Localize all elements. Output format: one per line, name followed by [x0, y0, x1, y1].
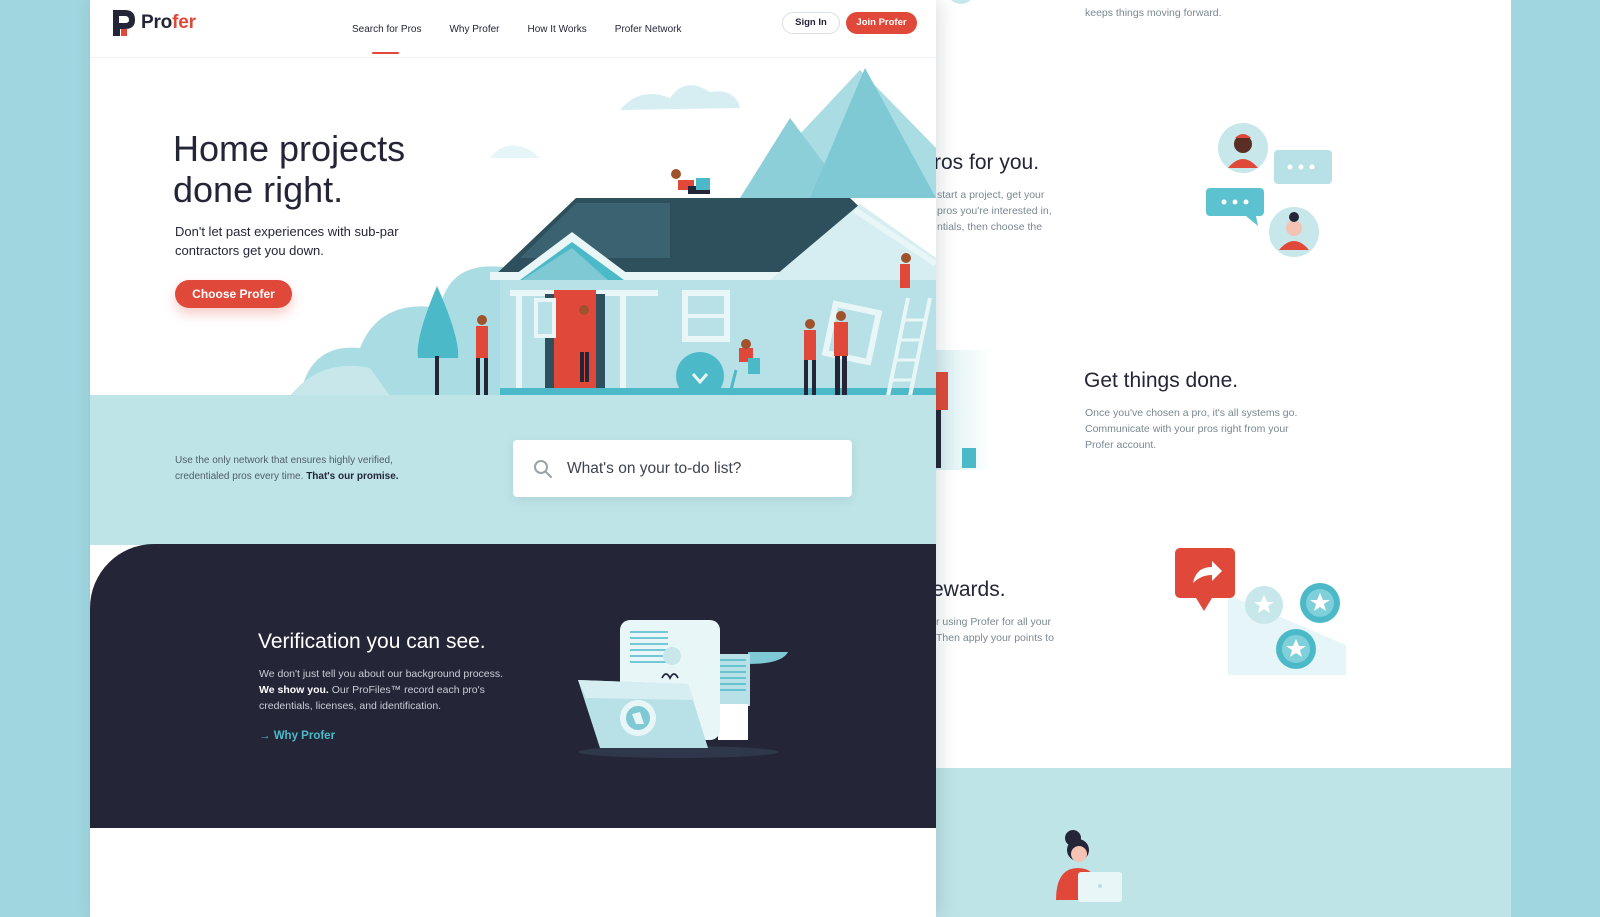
chat-illustration — [1206, 123, 1332, 257]
next-section — [90, 828, 936, 917]
partial-circle-illustration — [951, 0, 971, 4]
nav-why-profer[interactable]: Why Profer — [449, 24, 499, 35]
get-things-done-text: Once you've chosen a pro, it's all syste… — [1085, 407, 1298, 451]
hero-title-line2: done right. — [173, 169, 344, 210]
verification-text-a: We don't just tell you about our backgro… — [259, 668, 504, 680]
verification-heading: Verification you can see. — [258, 630, 486, 653]
house-logo-icon — [113, 10, 135, 36]
footer-band — [936, 768, 1511, 917]
search-box[interactable] — [513, 440, 852, 497]
arrow-right-icon: → — [259, 730, 271, 742]
worker-partial-illustration — [936, 350, 992, 470]
rewards-illustration — [1175, 548, 1346, 675]
homepage: Profer Search for Pros Why Profer How It… — [90, 0, 936, 917]
rewards-heading: ewards. — [936, 578, 1006, 601]
nav-search-for-pros[interactable]: Search for Pros — [352, 24, 421, 54]
nav-profer-network[interactable]: Profer Network — [615, 24, 682, 35]
why-profer-link-label: Why Profer — [273, 730, 336, 742]
find-pros-text: start a project, get your pros you're in… — [937, 189, 1052, 233]
nav-links: Search for Pros Why Profer How It Works … — [352, 24, 709, 54]
promise-bold: That's our promise. — [306, 471, 399, 482]
nav-how-it-works[interactable]: How It Works — [528, 24, 587, 35]
logo-wordmark: Profer — [141, 12, 196, 34]
join-profer-button[interactable]: Join Profer — [846, 12, 917, 34]
laptop-user-illustration — [1056, 830, 1122, 902]
rewards-text: r using Profer for all your Then apply y… — [936, 616, 1054, 644]
sign-in-button[interactable]: Sign In — [782, 12, 840, 34]
how-it-works-text: keeps things moving forward. — [1085, 7, 1222, 19]
why-profer-link[interactable]: → Why Profer — [259, 730, 335, 742]
get-things-done-heading: Get things done. — [1084, 369, 1239, 392]
document-folder-illustration — [578, 620, 788, 758]
promise-text: Use the only network that ensures highly… — [175, 453, 425, 485]
search-section: Use the only network that ensures highly… — [90, 395, 936, 545]
hero-title: Home projects done right. — [173, 128, 493, 210]
logo-text-fer: fer — [172, 12, 196, 33]
profer-logo[interactable]: Profer — [111, 9, 196, 37]
background-page: keeps things moving forward. ros for you… — [936, 0, 1511, 917]
top-navigation: Profer Search for Pros Why Profer How It… — [90, 0, 936, 58]
find-pros-heading: ros for you. — [936, 151, 1040, 174]
choose-profer-button[interactable]: Choose Profer — [175, 280, 292, 308]
verification-section: Verification you can see. We don't just … — [90, 544, 936, 828]
verification-text-bold: We show you. — [259, 684, 329, 696]
logo-text-pro: Pro — [141, 12, 173, 33]
hero-subtitle: Don't let past experiences with sub-par … — [175, 224, 399, 258]
search-input[interactable] — [567, 440, 837, 497]
search-icon — [534, 460, 552, 478]
hero-title-line1: Home projects — [173, 128, 406, 169]
verification-text: We don't just tell you about our backgro… — [259, 666, 519, 714]
